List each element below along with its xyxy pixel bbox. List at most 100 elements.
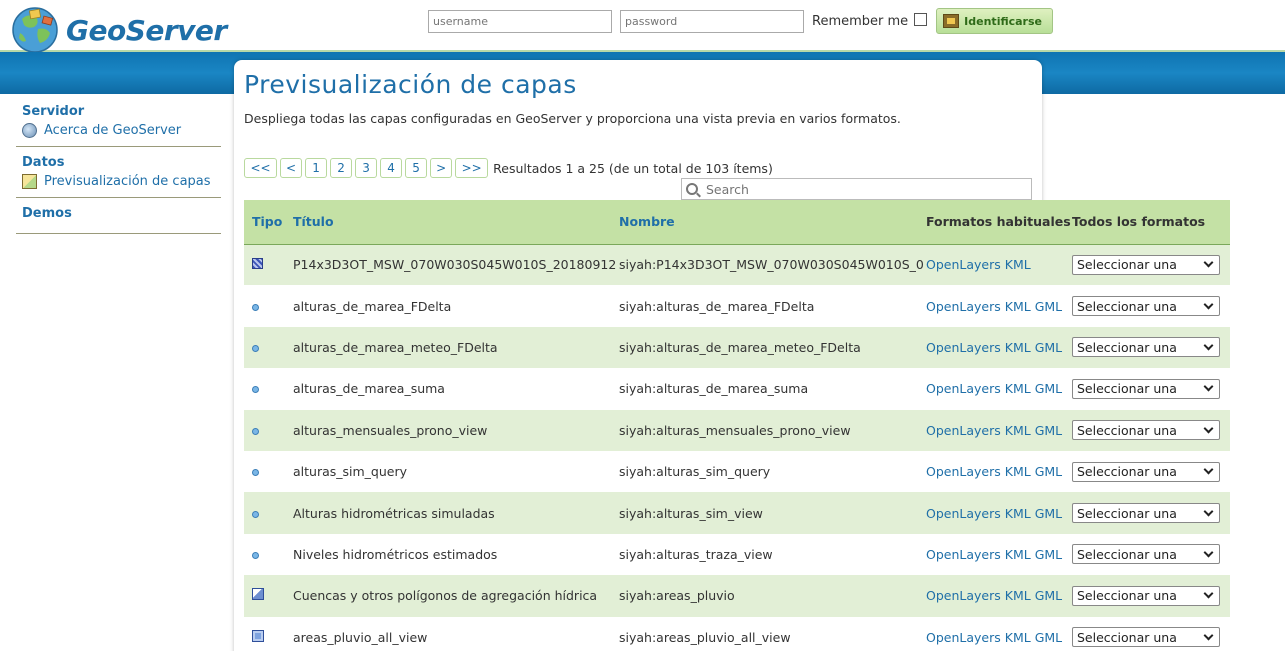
format-link-gml[interactable]: GML bbox=[1035, 630, 1062, 645]
column-header-type[interactable]: Tipo bbox=[244, 200, 293, 245]
format-link-openlayers[interactable]: OpenLayers bbox=[926, 630, 1001, 645]
format-link-gml[interactable]: GML bbox=[1035, 588, 1062, 603]
pager-last-button[interactable]: >> bbox=[455, 158, 489, 178]
cell-formats: OpenLayers KML GML bbox=[926, 326, 1072, 369]
format-select[interactable]: Seleccionar una bbox=[1072, 627, 1220, 648]
format-link-openlayers[interactable]: OpenLayers bbox=[926, 423, 1001, 438]
cell-title: alturas_de_marea_suma bbox=[293, 368, 619, 410]
raster-layer-icon bbox=[252, 258, 263, 270]
column-header-title[interactable]: Título bbox=[293, 200, 619, 245]
pager-prev-button[interactable]: < bbox=[280, 158, 303, 178]
format-link-gml[interactable]: GML bbox=[1035, 506, 1062, 521]
format-select[interactable]: Seleccionar una bbox=[1072, 544, 1220, 565]
format-select[interactable]: Seleccionar una bbox=[1072, 254, 1220, 275]
remember-me-checkbox[interactable] bbox=[914, 12, 928, 26]
table-row: areas_pluvio_all_view siyah:areas_pluvio_… bbox=[244, 616, 1230, 651]
table-row: alturas_de_marea_FDelta siyah:alturas_de_… bbox=[244, 285, 1230, 327]
format-link-gml[interactable]: GML bbox=[1035, 299, 1062, 314]
format-link-openlayers[interactable]: OpenLayers bbox=[926, 381, 1001, 396]
cell-title: alturas_mensuales_prono_view bbox=[293, 409, 619, 451]
table-row: Alturas hidrométricas simuladas siyah:alt… bbox=[244, 492, 1230, 534]
username-input[interactable] bbox=[428, 9, 612, 33]
sidebar-heading-demos[interactable]: Demos bbox=[22, 206, 215, 221]
format-select-value: Seleccionar una bbox=[1077, 339, 1177, 355]
sidebar-item-about[interactable]: Acerca de GeoServer bbox=[22, 123, 215, 138]
format-link-openlayers[interactable]: OpenLayers bbox=[926, 299, 1001, 314]
cell-title: alturas_de_marea_meteo_FDelta bbox=[293, 326, 619, 369]
cell-formats: OpenLayers KML GML bbox=[926, 285, 1072, 327]
geoserver-logo[interactable]: GeoServer bbox=[10, 7, 227, 53]
page-title: Previsualización de capas bbox=[244, 70, 577, 99]
cell-formats: OpenLayers KML GML bbox=[926, 368, 1072, 410]
format-select[interactable]: Seleccionar una bbox=[1072, 461, 1220, 482]
cell-all-formats: Seleccionar una bbox=[1072, 368, 1230, 410]
cell-title: Niveles hidrométricos estimados bbox=[293, 533, 619, 576]
cell-name: siyah:alturas_sim_view bbox=[619, 492, 926, 534]
pager-first-button[interactable]: << bbox=[244, 158, 277, 178]
layers-table: Tipo Título Nombre Formatos habituales T… bbox=[244, 200, 1230, 651]
chevron-down-icon bbox=[1203, 506, 1214, 516]
pager-page-3[interactable]: 3 bbox=[355, 158, 378, 178]
format-select[interactable]: Seleccionar una bbox=[1072, 296, 1220, 317]
cell-name: siyah:areas_pluvio bbox=[619, 575, 926, 617]
globe-icon bbox=[12, 7, 58, 53]
format-select[interactable]: Seleccionar una bbox=[1072, 503, 1220, 524]
cell-type bbox=[244, 492, 293, 534]
column-header-name[interactable]: Nombre bbox=[619, 200, 926, 245]
format-link-kml[interactable]: KML bbox=[1005, 547, 1031, 562]
format-link-gml[interactable]: GML bbox=[1035, 547, 1062, 562]
cell-all-formats: Seleccionar una bbox=[1072, 616, 1230, 651]
format-link-kml[interactable]: KML bbox=[1005, 381, 1031, 396]
header: GeoServer Remember me Identificarse bbox=[0, 0, 1285, 53]
pager-next-button[interactable]: > bbox=[430, 158, 453, 178]
pager-page-4[interactable]: 4 bbox=[380, 158, 403, 178]
pager-page-2[interactable]: 2 bbox=[330, 158, 353, 178]
point-layer-icon bbox=[252, 551, 259, 559]
format-link-gml[interactable]: GML bbox=[1035, 464, 1062, 479]
format-link-gml[interactable]: GML bbox=[1035, 381, 1062, 396]
format-select[interactable]: Seleccionar una bbox=[1072, 585, 1220, 606]
format-link-gml[interactable]: GML bbox=[1035, 423, 1062, 438]
cell-name: siyah:P14x3D3OT_MSW_070W030S045W010S_0 bbox=[619, 244, 926, 286]
cell-formats: OpenLayers KML bbox=[926, 244, 1072, 286]
format-link-openlayers[interactable]: OpenLayers bbox=[926, 340, 1001, 355]
cell-all-formats: Seleccionar una bbox=[1072, 326, 1230, 369]
format-link-kml[interactable]: KML bbox=[1005, 630, 1031, 645]
point-layer-icon bbox=[252, 303, 259, 311]
format-select[interactable]: Seleccionar una bbox=[1072, 420, 1220, 441]
format-link-openlayers[interactable]: OpenLayers bbox=[926, 464, 1001, 479]
sidebar-section-demos: Demos bbox=[16, 202, 221, 234]
format-link-openlayers[interactable]: OpenLayers bbox=[926, 257, 1001, 272]
password-input[interactable] bbox=[620, 9, 804, 33]
login-button[interactable]: Identificarse bbox=[936, 8, 1053, 34]
sidebar-item-layer-preview[interactable]: Previsualización de capas bbox=[22, 174, 215, 189]
format-link-openlayers[interactable]: OpenLayers bbox=[926, 506, 1001, 521]
format-link-gml[interactable]: GML bbox=[1035, 340, 1062, 355]
format-link-kml[interactable]: KML bbox=[1005, 588, 1031, 603]
format-select[interactable]: Seleccionar una bbox=[1072, 337, 1220, 358]
format-select-value: Seleccionar una bbox=[1077, 505, 1177, 521]
layer-preview-icon bbox=[22, 174, 37, 189]
format-link-kml[interactable]: KML bbox=[1005, 299, 1031, 314]
pager-page-5[interactable]: 5 bbox=[405, 158, 428, 178]
cell-type bbox=[244, 285, 293, 327]
format-link-kml[interactable]: KML bbox=[1005, 423, 1031, 438]
table-row: Cuencas y otros polígonos de agregación … bbox=[244, 575, 1230, 617]
format-link-kml[interactable]: KML bbox=[1005, 340, 1031, 355]
cell-name: siyah:alturas_de_marea_FDelta bbox=[619, 285, 926, 327]
cell-all-formats: Seleccionar una bbox=[1072, 533, 1230, 576]
format-link-kml[interactable]: KML bbox=[1005, 506, 1031, 521]
pager-page-1[interactable]: 1 bbox=[305, 158, 328, 178]
format-select[interactable]: Seleccionar una bbox=[1072, 378, 1220, 399]
format-link-kml[interactable]: KML bbox=[1005, 257, 1031, 272]
cell-title: alturas_sim_query bbox=[293, 450, 619, 493]
search-box[interactable] bbox=[681, 178, 1032, 200]
chevron-down-icon bbox=[1203, 257, 1214, 268]
login-icon bbox=[943, 14, 960, 28]
search-input[interactable] bbox=[706, 181, 1006, 197]
logo-text: GeoServer bbox=[66, 13, 227, 47]
format-link-kml[interactable]: KML bbox=[1005, 464, 1031, 479]
point-layer-icon bbox=[252, 469, 259, 477]
format-link-openlayers[interactable]: OpenLayers bbox=[926, 588, 1001, 603]
format-link-openlayers[interactable]: OpenLayers bbox=[926, 547, 1001, 562]
